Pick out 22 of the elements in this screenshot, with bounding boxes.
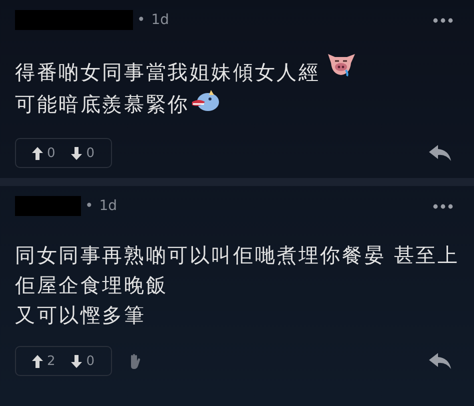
comment-text: 可能暗底羨慕緊你: [15, 90, 190, 118]
comment-text: 得番啲女同事當我姐妹傾女人經: [15, 58, 320, 86]
upvote-button[interactable]: 0: [28, 146, 60, 160]
separator-dot: •: [137, 12, 146, 28]
reply-icon[interactable]: [429, 353, 451, 369]
comment-text: 佢屋企食埋晚飯: [15, 272, 168, 298]
more-options-icon[interactable]: [433, 18, 453, 22]
downvote-button[interactable]: 0: [67, 146, 99, 160]
separator-dot: •: [85, 198, 94, 214]
downvote-button[interactable]: 0: [67, 354, 99, 368]
post-time: 1d: [151, 12, 170, 28]
up-arrow-icon: [32, 146, 43, 160]
down-arrow-icon: [71, 146, 82, 160]
reply-icon[interactable]: [429, 145, 451, 161]
up-arrow-icon: [32, 354, 43, 368]
comment-text: 又可以慳多筆: [15, 302, 146, 328]
post-time: 1d: [99, 198, 118, 214]
upvote-button[interactable]: 2: [28, 354, 60, 368]
down-arrow-icon: [71, 354, 82, 368]
redacted-username: [15, 196, 81, 216]
more-options-icon[interactable]: [433, 204, 453, 208]
comment-text: 同女同事再熟啲可以叫佢哋煮埋你餐晏 甚至上: [15, 242, 460, 268]
